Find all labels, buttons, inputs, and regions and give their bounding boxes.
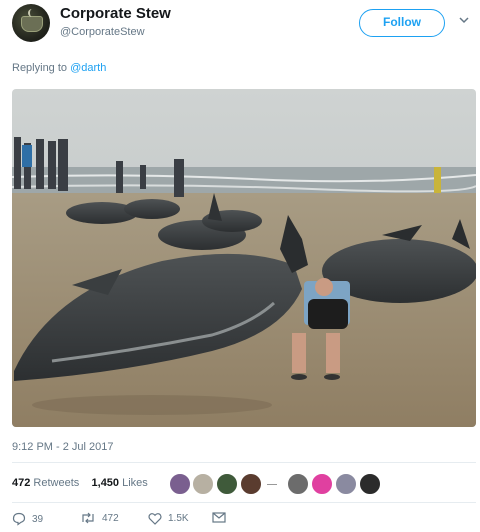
reply-button[interactable]: 39 <box>12 512 43 526</box>
liker-avatar[interactable] <box>311 473 333 495</box>
liker-avatar[interactable] <box>192 473 214 495</box>
display-name[interactable]: Corporate Stew <box>60 5 171 22</box>
divider <box>12 502 476 503</box>
like-button[interactable]: 1.5K <box>148 512 189 525</box>
liker-avatar[interactable] <box>287 473 309 495</box>
retweet-button[interactable]: 472 <box>80 512 119 524</box>
replying-to-label: Replying to <box>12 62 68 74</box>
follow-button[interactable]: Follow <box>359 9 445 37</box>
engagement-stats: 472 Retweets 1,450 Likes <box>12 477 148 489</box>
reply-count: 39 <box>32 513 44 525</box>
stew-pot-icon <box>21 16 43 32</box>
liker-avatar[interactable] <box>335 473 357 495</box>
likes-label[interactable]: Likes <box>122 477 148 489</box>
retweets-label[interactable]: Retweets <box>33 477 79 489</box>
liker-avatar[interactable] <box>216 473 238 495</box>
heart-icon <box>148 513 162 525</box>
reply-icon <box>12 512 26 526</box>
liker-avatar[interactable] <box>240 473 262 495</box>
likes-count[interactable]: 1,450 <box>92 477 120 489</box>
envelope-icon <box>212 512 226 523</box>
chevron-down-icon[interactable] <box>459 15 469 25</box>
liker-avatar[interactable] <box>359 473 381 495</box>
reply-mention-link[interactable]: @darth <box>70 62 106 74</box>
divider <box>267 484 277 485</box>
retweets-count[interactable]: 472 <box>12 477 30 489</box>
tweet-photo[interactable] <box>12 89 476 427</box>
beach-photo <box>12 89 476 427</box>
retweet-icon <box>82 512 94 524</box>
retweet-count: 472 <box>102 512 119 524</box>
steam-icon <box>28 9 36 17</box>
tweet-header: Corporate Stew @CorporateStew Follow <box>0 0 480 50</box>
divider <box>12 462 476 463</box>
like-count: 1.5K <box>168 513 189 524</box>
replying-to: Replying to @darth <box>12 62 106 74</box>
tweet-timestamp[interactable]: 9:12 PM - 2 Jul 2017 <box>12 441 114 453</box>
direct-message-button[interactable] <box>212 512 226 523</box>
tweet-actions: 39 472 1.5K <box>12 512 312 530</box>
liker-avatar[interactable] <box>169 473 191 495</box>
avatar[interactable] <box>12 4 50 42</box>
user-handle[interactable]: @CorporateStew <box>60 26 145 38</box>
